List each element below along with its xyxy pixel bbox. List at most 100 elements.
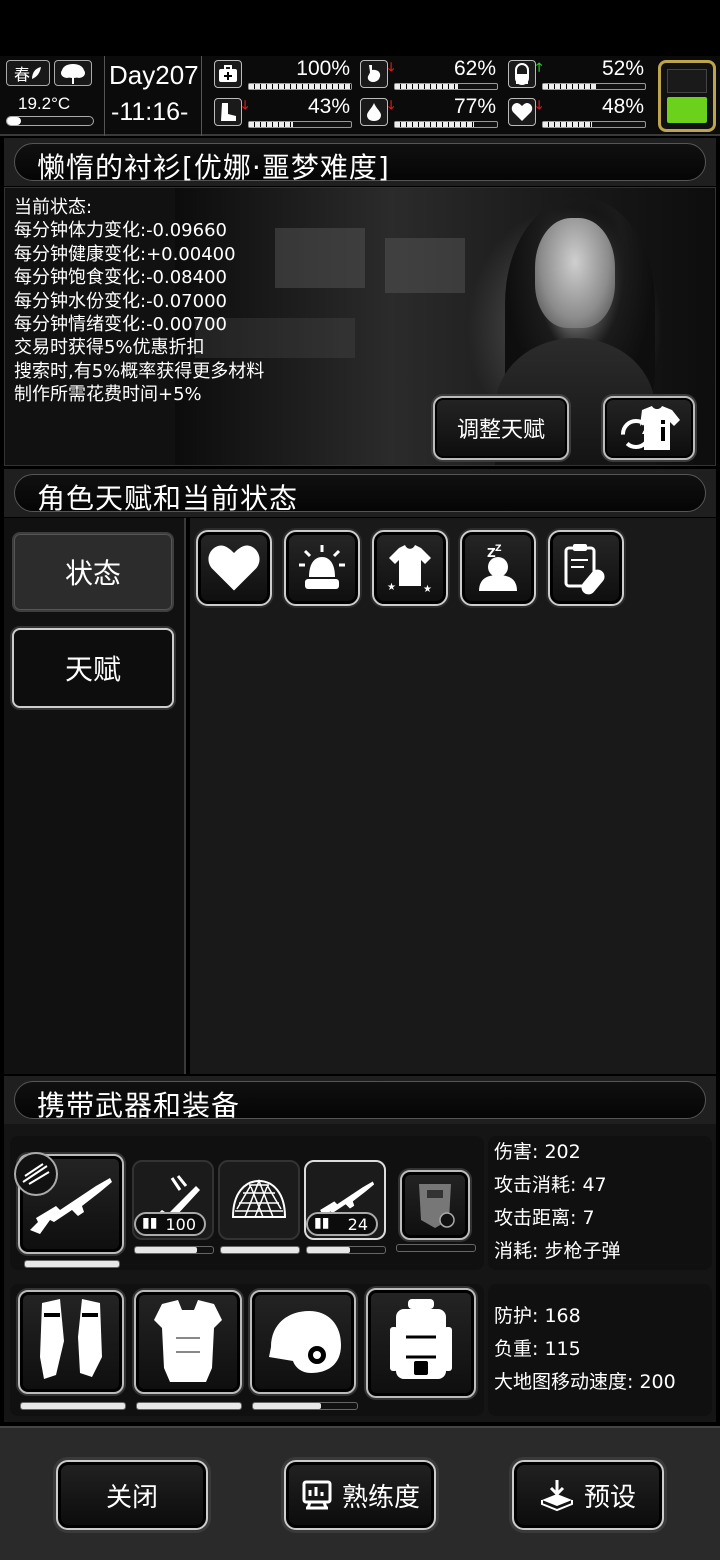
helmet-slot[interactable] — [250, 1290, 356, 1394]
armor-stats: 防护: 168 负重: 115 大地图移动速度: 200 — [488, 1284, 712, 1416]
ammo-icon: ▮▮ — [142, 1215, 158, 1231]
tab-state-label: 状态 — [64, 557, 121, 590]
status-line: 搜索时,有5%概率获得更多材料 — [14, 360, 265, 382]
rifle-ammo-count: 24 — [347, 1214, 368, 1234]
pill-value: 52% — [601, 57, 644, 80]
net-durability — [220, 1246, 300, 1254]
proficiency-icon — [302, 1480, 332, 1510]
battery-icon — [658, 60, 716, 132]
body-armor-icon — [154, 1300, 222, 1382]
heart-status-button[interactable] — [196, 530, 272, 606]
stamina-value: 43% — [307, 95, 350, 118]
rifle-durability — [306, 1246, 386, 1254]
status-line: 交易时获得5%优惠折扣 — [14, 337, 205, 359]
tab-state[interactable]: 状态 — [12, 532, 174, 612]
mood-bar — [542, 121, 646, 128]
status-top-bar: 春 19.2°C Day207 -11:16- 100% 🡓 62% 🡑 52%… — [0, 56, 720, 136]
cloud-rain-icon — [54, 60, 92, 86]
armor-weight: 负重: 115 — [494, 1338, 581, 1360]
date-time: Day207 -11:16- — [104, 56, 202, 136]
status-line: 每分钟体力变化:-0.09660 — [14, 220, 227, 242]
status-line: 每分钟饱食变化:-0.08400 — [14, 267, 227, 289]
preset-download-icon — [540, 1480, 573, 1512]
status-line: 每分钟水份变化:-0.07000 — [14, 290, 227, 312]
battery-level — [667, 97, 707, 123]
medicine-icon — [564, 544, 605, 595]
mood-value: 48% — [601, 95, 644, 118]
close-label: 关闭 — [105, 1482, 158, 1513]
rifle-ammo-badge: ▮▮ 24 — [306, 1212, 378, 1236]
water-stat: 🡓 77% — [360, 95, 500, 130]
water-value: 77% — [453, 95, 496, 118]
adjust-talent-button[interactable]: 调整天赋 — [433, 396, 569, 460]
thermometer: 19.2°C — [6, 94, 94, 130]
change-outfit-button[interactable] — [603, 396, 695, 460]
heart-icon — [508, 98, 536, 126]
medkit-icon — [214, 60, 242, 88]
arm-guards-slot[interactable] — [18, 1290, 124, 1394]
status-icons-area: ★ ★ Z Z — [190, 518, 716, 1074]
preset-button[interactable]: 预设 — [512, 1460, 664, 1530]
status-line: 制作所需花费时间+5% — [14, 384, 202, 406]
health-bar — [248, 83, 352, 90]
riot-shield-slot[interactable] — [400, 1170, 470, 1240]
stomach-icon — [360, 60, 388, 88]
bottom-action-bar: 关闭 熟练度 预设 — [0, 1426, 720, 1560]
proficiency-label: 熟练度 — [341, 1482, 420, 1513]
armor-protection: 防护: 168 — [494, 1305, 581, 1327]
character-header: 懒惰的衬衫[优娜·噩梦难度] — [4, 138, 716, 186]
weapon-attack-range: 攻击距离: 7 — [494, 1207, 595, 1229]
status-line: 每分钟健康变化:+0.00400 — [14, 243, 236, 265]
equipment-header: 携带武器和装备 — [4, 1076, 716, 1124]
primary-weapon-durability — [24, 1260, 120, 1268]
temperature-value: 19.2°C — [18, 94, 71, 113]
pill-trend-up-icon: 🡑 — [536, 60, 543, 74]
clock: -11:16- — [111, 98, 189, 126]
svg-text:★: ★ — [387, 582, 396, 593]
talent-tabs: 状态 天赋 — [4, 518, 186, 1074]
pill-stat: 🡑 52% — [508, 57, 648, 92]
map-move-speed: 大地图移动速度: 200 — [494, 1371, 676, 1393]
hunger-trend-down-icon: 🡓 — [388, 60, 395, 74]
water-bar — [394, 121, 498, 128]
sleep-status-button[interactable]: Z Z — [460, 530, 536, 606]
health-stat: 100% — [214, 57, 354, 92]
arm-guards-durability — [20, 1402, 126, 1410]
tab-talent[interactable]: 天赋 — [12, 628, 174, 708]
helmet-icon — [269, 1311, 341, 1373]
tab-talent-label: 天赋 — [64, 653, 121, 686]
proficiency-button[interactable]: 熟练度 — [284, 1460, 436, 1530]
riot-shield-icon — [419, 1184, 455, 1228]
riot-shield-durability — [396, 1244, 476, 1252]
weapon-skill-icon — [14, 1152, 58, 1196]
medicine-status-button[interactable] — [548, 530, 624, 606]
equipment-panel: ▮▮ 100 ▮▮ 24 伤害: 202 攻击消耗: 47 攻击距离: 7 消耗… — [4, 1124, 716, 1422]
thermometer-bar — [6, 116, 94, 126]
close-button[interactable]: 关闭 — [56, 1460, 208, 1530]
net-slot[interactable] — [218, 1160, 300, 1240]
sleep-icon: Z Z — [479, 544, 517, 591]
weapon-damage: 伤害: 202 — [494, 1141, 581, 1163]
net-icon — [231, 1178, 287, 1218]
stamina-stat: 🡓 43% — [214, 95, 354, 130]
weapon-attack-cost: 攻击消耗: 47 — [494, 1174, 607, 1196]
ammo-icon: ▮▮ — [314, 1215, 330, 1231]
shirt-status-button[interactable]: ★ ★ — [372, 530, 448, 606]
body-armor-slot[interactable] — [134, 1290, 242, 1394]
water-drop-icon — [360, 98, 388, 126]
day-counter: Day207 — [109, 60, 199, 90]
minigun-durability — [134, 1246, 214, 1254]
minigun-ammo-count: 100 — [165, 1214, 196, 1234]
boot-icon — [214, 98, 242, 126]
mood-trend-down-icon: 🡓 — [536, 98, 543, 112]
season-indicator: 春 — [6, 60, 50, 86]
alarm-status-button[interactable] — [284, 530, 360, 606]
character-panel: 当前状态: 每分钟体力变化:-0.09660 每分钟健康变化:+0.00400 每分钟… — [4, 187, 716, 466]
backpack-slot[interactable] — [366, 1288, 476, 1398]
stamina-bar — [248, 121, 352, 128]
svg-text:★: ★ — [423, 584, 432, 594]
water-trend-down-icon: 🡓 — [388, 98, 395, 112]
talents-header: 角色天赋和当前状态 — [4, 469, 716, 517]
arm-guards-icon — [40, 1299, 102, 1379]
alarm-icon — [299, 545, 345, 589]
